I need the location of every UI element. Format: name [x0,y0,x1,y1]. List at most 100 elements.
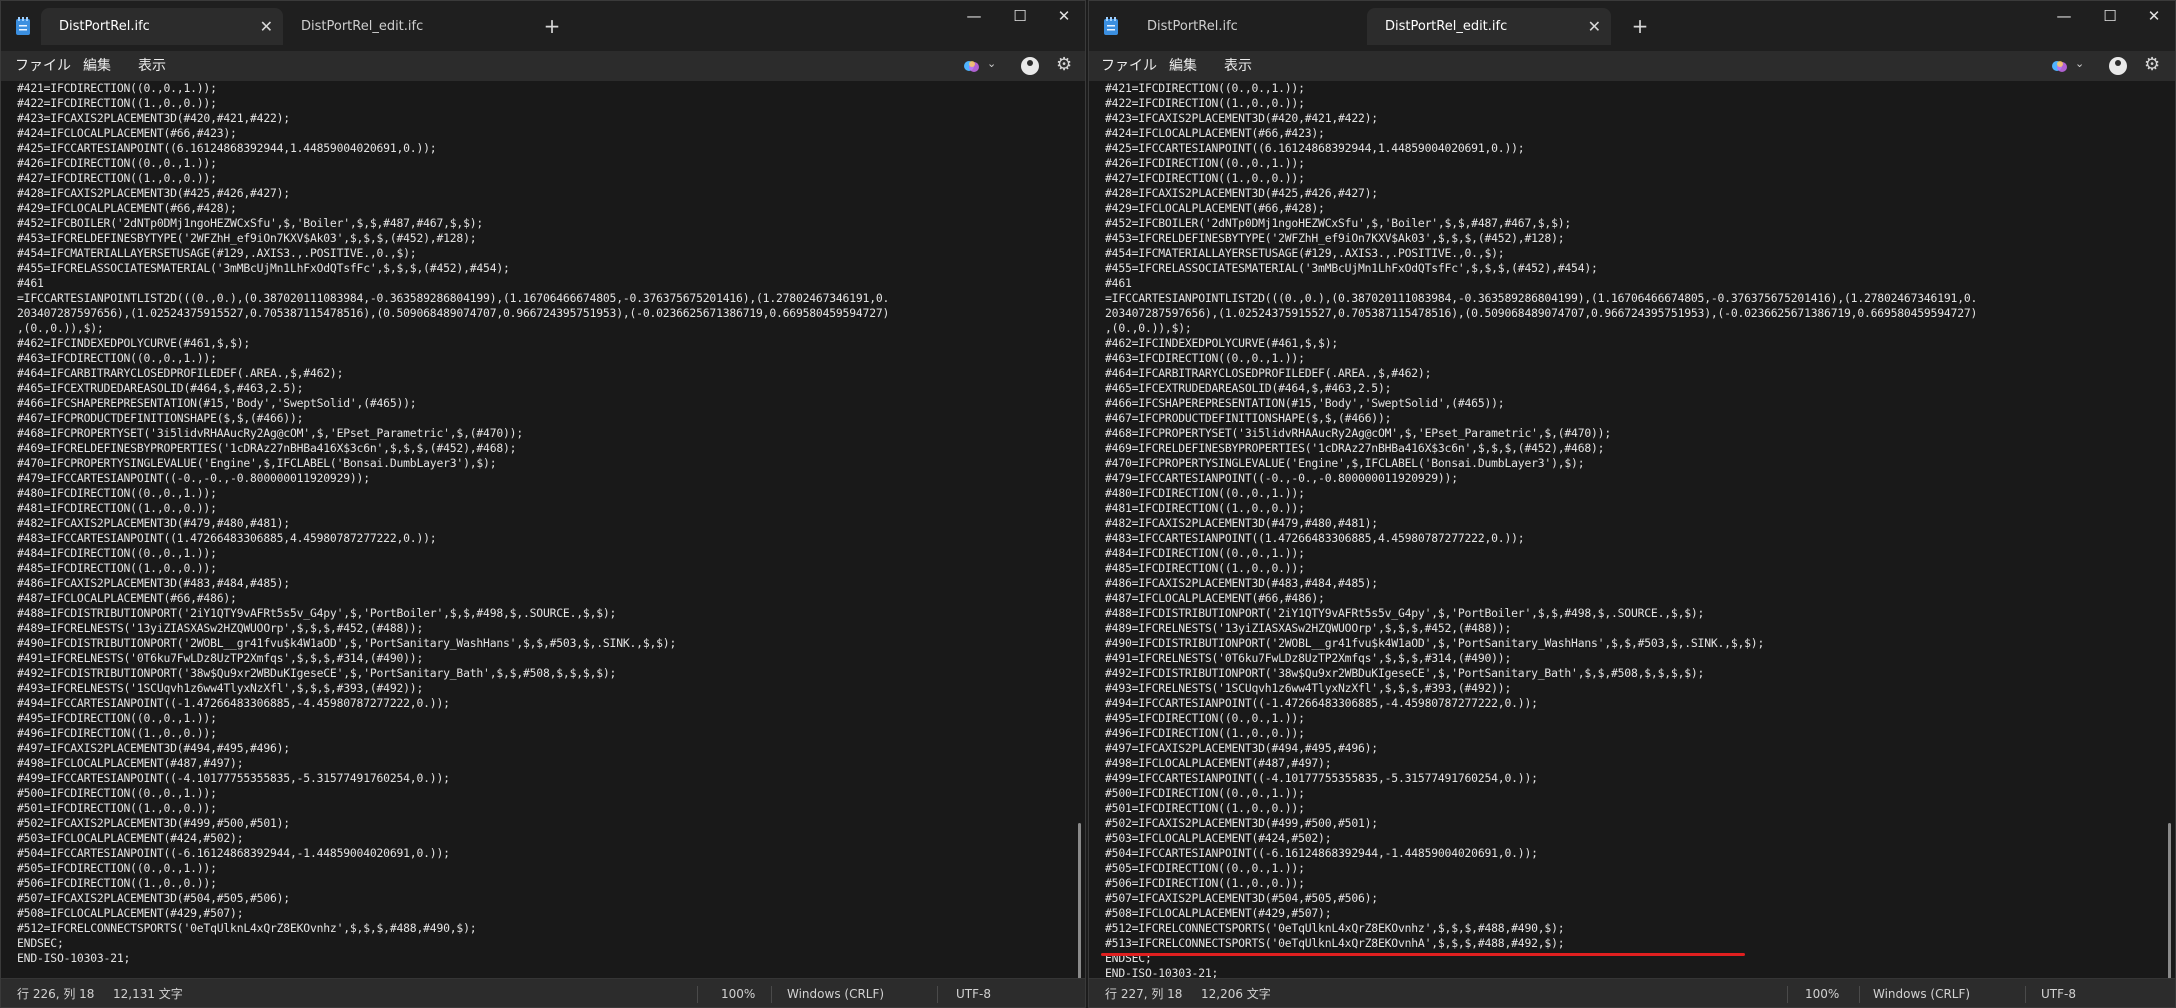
close-icon[interactable]: ✕ [2131,1,2175,33]
code-line[interactable]: #462=IFCINDEXEDPOLYCURVE(#461,$,$); [17,336,1065,351]
code-line[interactable]: #468=IFCPROPERTYSET('3i5lidvRHAAucRy2Ag@… [17,426,1065,441]
code-line[interactable]: #470=IFCPROPERTYSINGLEVALUE('Engine',$,I… [17,456,1065,471]
code-line[interactable]: #464=IFCARBITRARYCLOSEDPROFILEDEF(.AREA.… [1105,366,2155,381]
code-line[interactable]: #502=IFCAXIS2PLACEMENT3D(#499,#500,#501)… [1105,816,2155,831]
tab-distportrel[interactable]: DistPortRel.ifc ✕ [41,8,283,45]
code-line[interactable]: #495=IFCDIRECTION((0.,0.,1.)); [17,711,1065,726]
code-line[interactable]: #452=IFCBOILER('2dNTp0DMj1ngoHEZWCxSfu',… [17,216,1065,231]
code-line[interactable]: #496=IFCDIRECTION((1.,0.,0.)); [1105,726,2155,741]
code-line[interactable]: #479=IFCCARTESIANPOINT((-0.,-0.,-0.80000… [1105,471,2155,486]
plus-icon[interactable]: + [538,11,566,41]
code-line[interactable]: ,(0.,0.)),$); [1105,321,2155,336]
code-line[interactable]: #425=IFCCARTESIANPOINT((6.16124868392944… [1105,141,2155,156]
title-bar[interactable]: DistPortRel.ifc DistPortRel_edit.ifc ✕ +… [1089,1,2175,51]
code-line[interactable]: #491=IFCRELNESTS('0T6ku7FwLDz8UzTP2Xmfqs… [17,651,1065,666]
gear-icon[interactable]: ⚙ [1056,54,1072,75]
code-line[interactable]: #503=IFCLOCALPLACEMENT(#424,#502); [17,831,1065,846]
code-line[interactable]: #492=IFCDISTRIBUTIONPORT('38w$Qu9xr2WBDu… [17,666,1065,681]
close-icon[interactable]: ✕ [1041,1,1085,33]
editor-content[interactable]: #421=IFCDIRECTION((0.,0.,1.)); #422=IFCDI… [17,81,1065,966]
code-line[interactable]: #461 [1105,276,2155,291]
code-line[interactable]: #487=IFCLOCALPLACEMENT(#66,#486); [17,591,1065,606]
code-line[interactable]: =IFCCARTESIANPOINTLIST2D(((0.,0.),(0.387… [17,291,1065,306]
code-line[interactable]: #463=IFCDIRECTION((0.,0.,1.)); [1105,351,2155,366]
code-line[interactable]: #484=IFCDIRECTION((0.,0.,1.)); [1105,546,2155,561]
code-line[interactable]: #466=IFCSHAPEREPRESENTATION(#15,'Body','… [1105,396,2155,411]
account-icon[interactable] [2109,57,2127,75]
code-line[interactable]: #453=IFCRELDEFINESBYTYPE('2WFZhH_ef9iOn7… [1105,231,2155,246]
copilot-icon[interactable] [2051,58,2068,75]
code-line[interactable]: #463=IFCDIRECTION((0.,0.,1.)); [17,351,1065,366]
maximize-icon[interactable]: ☐ [2087,1,2133,33]
maximize-icon[interactable]: ☐ [997,1,1043,33]
code-line[interactable]: #487=IFCLOCALPLACEMENT(#66,#486); [1105,591,2155,606]
code-line[interactable]: #506=IFCDIRECTION((1.,0.,0.)); [1105,876,2155,891]
minimize-icon[interactable]: — [951,1,997,33]
code-line[interactable]: #428=IFCAXIS2PLACEMENT3D(#425,#426,#427)… [1105,186,2155,201]
chevron-down-icon[interactable]: ⌄ [987,57,996,70]
code-line[interactable]: #454=IFCMATERIALLAYERSETUSAGE(#129,.AXIS… [1105,246,2155,261]
code-line[interactable]: #483=IFCCARTESIANPOINT((1.47266483306885… [1105,531,2155,546]
code-line[interactable]: #480=IFCDIRECTION((0.,0.,1.)); [1105,486,2155,501]
code-line[interactable]: #493=IFCRELNESTS('1SCUqvh1z6ww4TlyxNzXfl… [17,681,1065,696]
code-line[interactable]: #480=IFCDIRECTION((0.,0.,1.)); [17,486,1065,501]
code-line[interactable]: #498=IFCLOCALPLACEMENT(#487,#497); [1105,756,2155,771]
code-line[interactable]: #500=IFCDIRECTION((0.,0.,1.)); [17,786,1065,801]
code-line[interactable]: #505=IFCDIRECTION((0.,0.,1.)); [1105,861,2155,876]
code-line[interactable]: #452=IFCBOILER('2dNTp0DMj1ngoHEZWCxSfu',… [1105,216,2155,231]
code-line[interactable]: #485=IFCDIRECTION((1.,0.,0.)); [17,561,1065,576]
plus-icon[interactable]: + [1626,11,1654,41]
gear-icon[interactable]: ⚙ [2144,54,2160,75]
code-line[interactable]: #467=IFCPRODUCTDEFINITIONSHAPE($,$,(#466… [1105,411,2155,426]
code-line[interactable]: #422=IFCDIRECTION((1.,0.,0.)); [1105,96,2155,111]
code-line[interactable]: END-ISO-10303-21; [17,951,1065,966]
zoom-level[interactable]: 100% [1805,979,1839,1007]
code-line[interactable]: #499=IFCCARTESIANPOINT((-4.1017775535583… [17,771,1065,786]
code-line[interactable]: #469=IFCRELDEFINESBYPROPERTIES('1cDRAz27… [17,441,1065,456]
code-line[interactable]: #490=IFCDISTRIBUTIONPORT('2WOBL__gr41fvu… [17,636,1065,651]
scrollbar[interactable] [1078,823,1081,978]
code-line[interactable]: #421=IFCDIRECTION((0.,0.,1.)); [17,81,1065,96]
code-line[interactable]: #501=IFCDIRECTION((1.,0.,0.)); [1105,801,2155,816]
code-line[interactable]: #461 [17,276,1065,291]
text-editor[interactable]: #421=IFCDIRECTION((0.,0.,1.)); #422=IFCDI… [1,81,1085,978]
code-line[interactable]: #429=IFCLOCALPLACEMENT(#66,#428); [17,201,1065,216]
code-line[interactable]: #494=IFCCARTESIANPOINT((-1.4726648330688… [17,696,1065,711]
minimize-icon[interactable]: — [2041,1,2087,33]
code-line[interactable]: #504=IFCCARTESIANPOINT((-6.1612486839294… [1105,846,2155,861]
code-line[interactable]: #470=IFCPROPERTYSINGLEVALUE('Engine',$,I… [1105,456,2155,471]
code-line[interactable]: #422=IFCDIRECTION((1.,0.,0.)); [17,96,1065,111]
code-line[interactable]: #489=IFCRELNESTS('13yiZIASXASw2HZQWUOOrp… [17,621,1065,636]
code-line[interactable]: #453=IFCRELDEFINESBYTYPE('2WFZhH_ef9iOn7… [17,231,1065,246]
chevron-down-icon[interactable]: ⌄ [2075,57,2084,70]
copilot-icon[interactable] [963,58,980,75]
code-line[interactable]: #494=IFCCARTESIANPOINT((-1.4726648330688… [1105,696,2155,711]
code-line[interactable]: #498=IFCLOCALPLACEMENT(#487,#497); [17,756,1065,771]
menu-view[interactable]: 表示 [138,51,166,81]
code-line[interactable]: #505=IFCDIRECTION((0.,0.,1.)); [17,861,1065,876]
code-line[interactable]: #493=IFCRELNESTS('1SCUqvh1z6ww4TlyxNzXfl… [1105,681,2155,696]
code-line[interactable]: #485=IFCDIRECTION((1.,0.,0.)); [1105,561,2155,576]
code-line[interactable]: #426=IFCDIRECTION((0.,0.,1.)); [17,156,1065,171]
code-line[interactable]: #455=IFCRELASSOCIATESMATERIAL('3mMBcUjMn… [1105,261,2155,276]
editor-content[interactable]: #421=IFCDIRECTION((0.,0.,1.)); #422=IFCDI… [1105,81,2155,978]
code-line[interactable]: #454=IFCMATERIALLAYERSETUSAGE(#129,.AXIS… [17,246,1065,261]
scrollbar[interactable] [2168,823,2171,978]
code-line[interactable]: #455=IFCRELASSOCIATESMATERIAL('3mMBcUjMn… [17,261,1065,276]
code-line[interactable]: #427=IFCDIRECTION((1.,0.,0.)); [17,171,1065,186]
tab-distportrel-edit[interactable]: DistPortRel_edit.ifc [283,8,523,45]
code-line[interactable]: #483=IFCCARTESIANPOINT((1.47266483306885… [17,531,1065,546]
menu-file[interactable]: ファイル [1101,51,1157,81]
code-line[interactable]: #499=IFCCARTESIANPOINT((-4.1017775535583… [1105,771,2155,786]
code-line[interactable]: ,(0.,0.)),$); [17,321,1065,336]
code-line[interactable]: #481=IFCDIRECTION((1.,0.,0.)); [1105,501,2155,516]
code-line[interactable]: #468=IFCPROPERTYSET('3i5lidvRHAAucRy2Ag@… [1105,426,2155,441]
code-line[interactable]: #490=IFCDISTRIBUTIONPORT('2WOBL__gr41fvu… [1105,636,2155,651]
code-line[interactable]: #479=IFCCARTESIANPOINT((-0.,-0.,-0.80000… [17,471,1065,486]
code-line[interactable]: #466=IFCSHAPEREPRESENTATION(#15,'Body','… [17,396,1065,411]
code-line[interactable]: #495=IFCDIRECTION((0.,0.,1.)); [1105,711,2155,726]
code-line[interactable]: 203407287597656),(1.02524375915527,0.705… [17,306,1065,321]
code-line[interactable]: #464=IFCARBITRARYCLOSEDPROFILEDEF(.AREA.… [17,366,1065,381]
menu-file[interactable]: ファイル [15,51,71,81]
title-bar[interactable]: DistPortRel.ifc ✕ DistPortRel_edit.ifc +… [1,1,1085,51]
